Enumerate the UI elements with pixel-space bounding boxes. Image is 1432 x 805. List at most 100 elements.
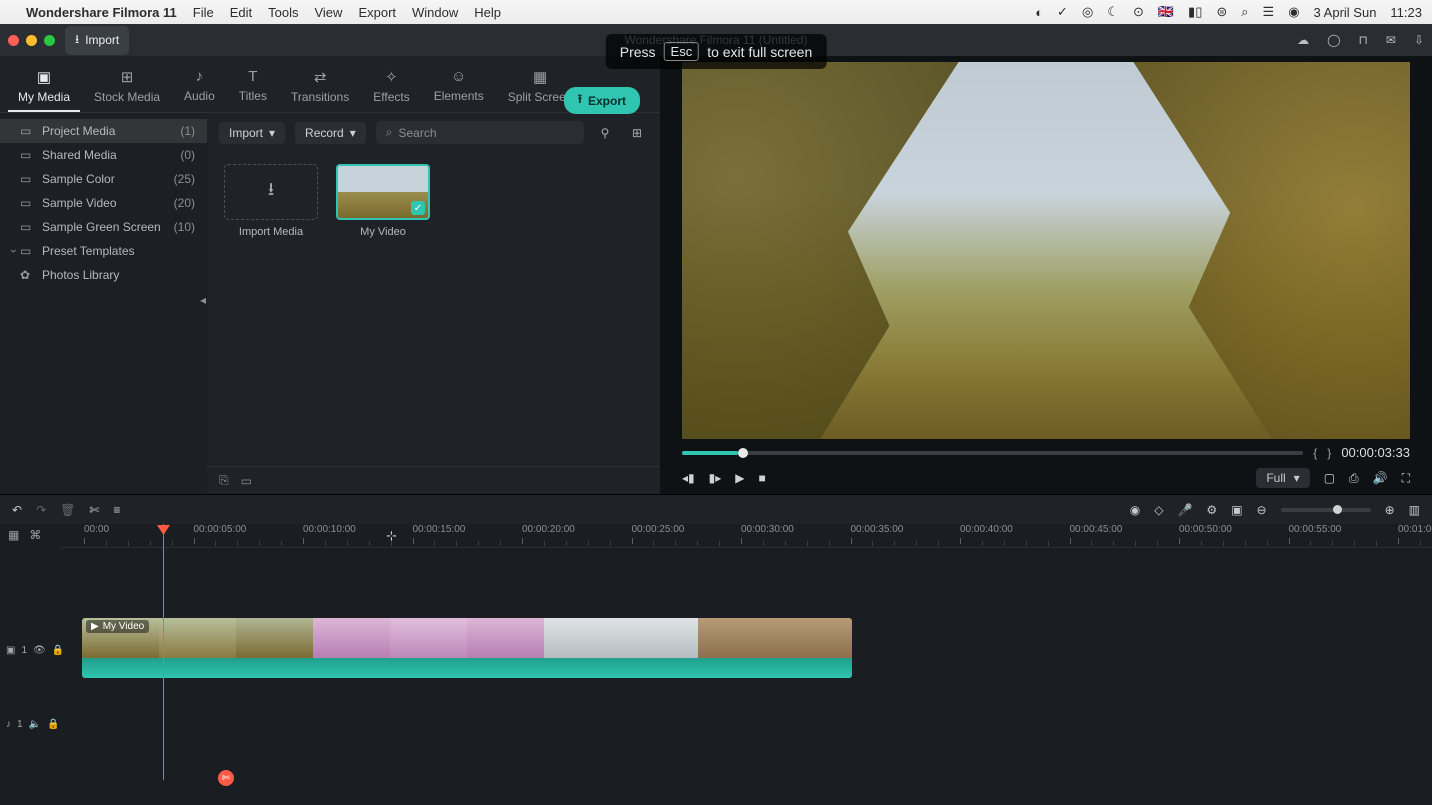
lock-icon[interactable]: 🔒 xyxy=(47,719,59,730)
play-icon[interactable]: ▶ xyxy=(735,471,744,485)
crop-icon[interactable]: ▣ xyxy=(1231,503,1242,517)
prev-frame-icon[interactable]: ◂▮ xyxy=(682,471,695,485)
adjust-icon[interactable]: ≡ xyxy=(113,503,120,517)
flag-icon[interactable]: 🇬🇧 xyxy=(1158,4,1174,20)
control-center-icon[interactable]: ☰ xyxy=(1263,4,1275,20)
status-icon[interactable]: ◎ xyxy=(1082,4,1093,20)
tab-label: Elements xyxy=(434,89,484,103)
download-icon: ⭳ xyxy=(75,30,79,51)
folder-icon[interactable]: ▭ xyxy=(241,474,252,488)
minimize-icon[interactable] xyxy=(26,35,37,46)
folder-sample-green-screen[interactable]: ▭Sample Green Screen(10) xyxy=(0,215,207,239)
split-icon[interactable]: ✄ xyxy=(89,503,99,517)
collapse-tree-icon[interactable]: ◂ xyxy=(200,293,206,307)
next-frame-icon[interactable]: ▮▸ xyxy=(709,471,722,485)
headphones-icon[interactable]: ⊓ xyxy=(1359,33,1368,47)
visibility-icon[interactable]: 👁 xyxy=(33,645,46,656)
mail-icon[interactable]: ✉ xyxy=(1386,33,1396,47)
moon-icon[interactable]: ☾ xyxy=(1107,4,1119,20)
timeline-mode-icon[interactable]: ▦ xyxy=(8,528,19,542)
cloud-icon[interactable]: ☁ xyxy=(1297,33,1309,47)
tab-stock-media[interactable]: ⊞Stock Media xyxy=(84,64,170,112)
tab-my-media[interactable]: ▣My Media xyxy=(8,64,80,112)
search-icon[interactable]: ⌕ xyxy=(1241,4,1248,20)
tab-titles[interactable]: TTitles xyxy=(229,64,277,112)
zoom-out-icon[interactable]: ⊖ xyxy=(1257,503,1267,517)
preview-canvas[interactable] xyxy=(682,62,1410,439)
timeline-ruler[interactable]: 00:0000:00:05:0000:00:10:0000:00:15:0000… xyxy=(62,524,1432,548)
status-icon[interactable]: ◐ xyxy=(1035,5,1043,20)
undo-icon[interactable]: ↶ xyxy=(12,503,22,517)
zoom-fit-icon[interactable]: ▥ xyxy=(1409,503,1420,517)
battery-icon[interactable]: ▮▯ xyxy=(1188,4,1202,20)
menubar-time[interactable]: 11:23 xyxy=(1390,5,1422,20)
fullscreen-icon[interactable]: ⛶ xyxy=(1402,471,1410,486)
redo-icon[interactable]: ↷ xyxy=(36,503,46,517)
stop-icon[interactable]: ■ xyxy=(759,471,766,485)
maximize-icon[interactable] xyxy=(44,35,55,46)
clip-thumbnail: ✓ xyxy=(336,164,430,220)
snapshot-icon[interactable]: ⎙ xyxy=(1349,471,1359,486)
folder-sample-color[interactable]: ▭Sample Color(25) xyxy=(0,167,207,191)
siri-icon[interactable]: ◉ xyxy=(1288,4,1299,20)
mark-in-icon[interactable]: { xyxy=(1313,446,1317,460)
tab-audio[interactable]: ♪Audio xyxy=(174,64,225,112)
monitor-icon[interactable]: ▢ xyxy=(1324,471,1335,485)
menu-file[interactable]: File xyxy=(193,5,214,20)
tab-transitions[interactable]: ⇄Transitions xyxy=(281,64,359,112)
video-track-icon[interactable]: ▣ xyxy=(6,645,15,656)
wifi-icon[interactable]: ⊜ xyxy=(1216,4,1227,20)
menu-tools[interactable]: Tools xyxy=(268,5,298,20)
menu-view[interactable]: View xyxy=(314,5,342,20)
status-icon[interactable]: ✓ xyxy=(1057,4,1068,20)
export-button[interactable]: ⭱ Export xyxy=(564,87,640,114)
mixer-icon[interactable]: ⚙ xyxy=(1206,503,1217,517)
magnet-icon[interactable]: ⌘ xyxy=(29,528,41,542)
import-media-card[interactable]: ⭳ Import Media xyxy=(223,164,319,238)
grid-view-icon[interactable]: ⊞ xyxy=(626,122,648,144)
media-clip-card[interactable]: ✓ My Video xyxy=(335,164,431,238)
scissors-icon[interactable]: ✄ xyxy=(218,770,234,786)
app-name[interactable]: Wondershare Filmora 11 xyxy=(26,5,177,20)
menu-window[interactable]: Window xyxy=(412,5,458,20)
play-icon[interactable]: ⊙ xyxy=(1133,4,1144,20)
folder-link-icon[interactable]: ⎘ xyxy=(219,473,229,488)
folder-count: (10) xyxy=(174,220,195,234)
folder-project-media[interactable]: ▭Project Media(1) xyxy=(0,119,207,143)
account-icon[interactable]: ◯ xyxy=(1327,33,1340,47)
search-input[interactable]: ⌕Search xyxy=(376,121,584,144)
audio-track-icon[interactable]: ♪ xyxy=(6,719,11,730)
import-dd-label: Import xyxy=(229,126,263,140)
close-icon[interactable] xyxy=(8,35,19,46)
folder-sample-video[interactable]: ▭Sample Video(20) xyxy=(0,191,207,215)
render-icon[interactable]: ◉ xyxy=(1130,503,1140,517)
delete-icon[interactable]: 🗑 xyxy=(60,503,75,517)
filter-icon[interactable]: ⚲ xyxy=(594,122,616,144)
timeline-clip[interactable]: ▶My Video xyxy=(82,618,852,678)
folder-label: Photos Library xyxy=(42,268,119,282)
tab-elements[interactable]: ☺Elements xyxy=(424,64,494,112)
folder-shared-media[interactable]: ▭Shared Media(0) xyxy=(0,143,207,167)
menu-help[interactable]: Help xyxy=(474,5,501,20)
tab-effects[interactable]: ✧Effects xyxy=(363,64,419,112)
progress-bar[interactable] xyxy=(682,451,1303,455)
import-dropdown[interactable]: Import▾ xyxy=(219,122,285,144)
zoom-slider[interactable] xyxy=(1281,508,1371,512)
playhead[interactable] xyxy=(163,524,164,780)
user-icon[interactable]: ⇩ xyxy=(1414,33,1424,47)
import-button[interactable]: ⭳ Import xyxy=(65,26,129,55)
marker-icon[interactable]: ◇ xyxy=(1154,503,1163,517)
voiceover-icon[interactable]: 🎤 xyxy=(1177,503,1192,517)
menu-edit[interactable]: Edit xyxy=(230,5,252,20)
folder-photos-library[interactable]: ✿Photos Library xyxy=(0,263,207,287)
menu-export[interactable]: Export xyxy=(358,5,396,20)
menubar-date[interactable]: 3 April Sun xyxy=(1314,5,1377,20)
display-mode-dropdown[interactable]: Full▾ xyxy=(1256,468,1309,488)
zoom-in-icon[interactable]: ⊕ xyxy=(1385,503,1395,517)
mute-icon[interactable]: 🔈 xyxy=(29,719,41,730)
timeline: ▦ ⌘ 00:0000:00:05:0000:00:10:0000:00:15:… xyxy=(0,524,1432,780)
record-dropdown[interactable]: Record▾ xyxy=(295,122,366,144)
mark-out-icon[interactable]: } xyxy=(1327,446,1331,460)
folder-preset-templates[interactable]: ▭Preset Templates xyxy=(0,239,207,263)
volume-icon[interactable]: 🔊 xyxy=(1373,471,1388,485)
